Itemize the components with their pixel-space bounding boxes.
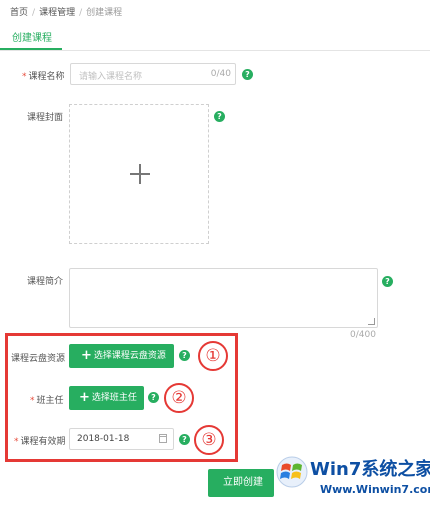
required-mark: *	[14, 437, 19, 447]
select-head-teacher-label: 选择班主任	[91, 393, 137, 403]
help-icon[interactable]: ?	[148, 392, 159, 403]
plus-icon-vertical	[139, 164, 141, 184]
tab-create-course[interactable]: 创建课程	[12, 29, 52, 44]
help-icon[interactable]: ?	[242, 69, 253, 80]
help-icon[interactable]: ?	[382, 276, 393, 287]
select-cloud-resource-label: 选择课程云盘资源	[93, 351, 166, 361]
plus-icon: +	[79, 390, 90, 405]
course-name-input[interactable]: 请输入课程名称 0/40	[70, 63, 236, 85]
validity-label-text: 课程有效期	[20, 437, 66, 447]
watermark-brand: Win7系统之家	[310, 459, 430, 480]
help-icon[interactable]: ?	[214, 111, 225, 122]
windows-logo-icon	[276, 456, 308, 488]
course-cover-label: 课程封面	[27, 113, 64, 123]
tab-divider	[0, 50, 430, 51]
plus-icon: +	[81, 348, 92, 363]
create-now-button[interactable]: 立即创建	[208, 469, 274, 497]
head-teacher-label-text: 班主任	[36, 396, 64, 406]
watermark-url: Www.Winwin7.com	[320, 483, 430, 496]
annotation-number-2: ②	[164, 383, 194, 413]
breadcrumb-separator: /	[79, 8, 83, 18]
cloud-resource-label: 课程云盘资源	[11, 354, 66, 364]
breadcrumb-current: 创建课程	[86, 8, 123, 18]
validity-label: * 课程有效期	[14, 434, 66, 447]
required-mark: *	[22, 72, 27, 82]
validity-date-input[interactable]: 2018-01-18	[69, 428, 174, 450]
annotation-number-1: ①	[198, 341, 228, 371]
help-icon[interactable]: ?	[179, 350, 190, 361]
cover-upload-box[interactable]	[69, 104, 209, 244]
course-intro-label: 课程简介	[27, 277, 64, 287]
validity-date-value: 2018-01-18	[77, 434, 130, 444]
course-name-placeholder: 请输入课程名称	[79, 72, 143, 82]
breadcrumb-home[interactable]: 首页	[10, 8, 28, 18]
select-cloud-resource-button[interactable]: + 选择课程云盘资源	[69, 344, 174, 368]
course-intro-textarea[interactable]	[69, 268, 378, 328]
head-teacher-label: * 班主任	[30, 393, 64, 406]
breadcrumb-separator: /	[32, 8, 36, 18]
help-icon[interactable]: ?	[179, 434, 190, 445]
calendar-icon[interactable]	[159, 434, 167, 443]
breadcrumb-course-management[interactable]: 课程管理	[39, 8, 75, 18]
course-intro-char-count: 0/400	[350, 330, 376, 340]
annotation-number-3: ③	[194, 425, 224, 455]
resize-handle-icon[interactable]	[368, 318, 375, 325]
select-head-teacher-button[interactable]: + 选择班主任	[69, 386, 144, 410]
course-name-label: * 课程名称	[22, 69, 65, 82]
course-name-char-count: 0/40	[210, 69, 231, 79]
required-mark: *	[30, 396, 35, 406]
course-name-label-text: 课程名称	[28, 72, 65, 82]
breadcrumb: 首页 / 课程管理 / 创建课程	[10, 5, 122, 18]
